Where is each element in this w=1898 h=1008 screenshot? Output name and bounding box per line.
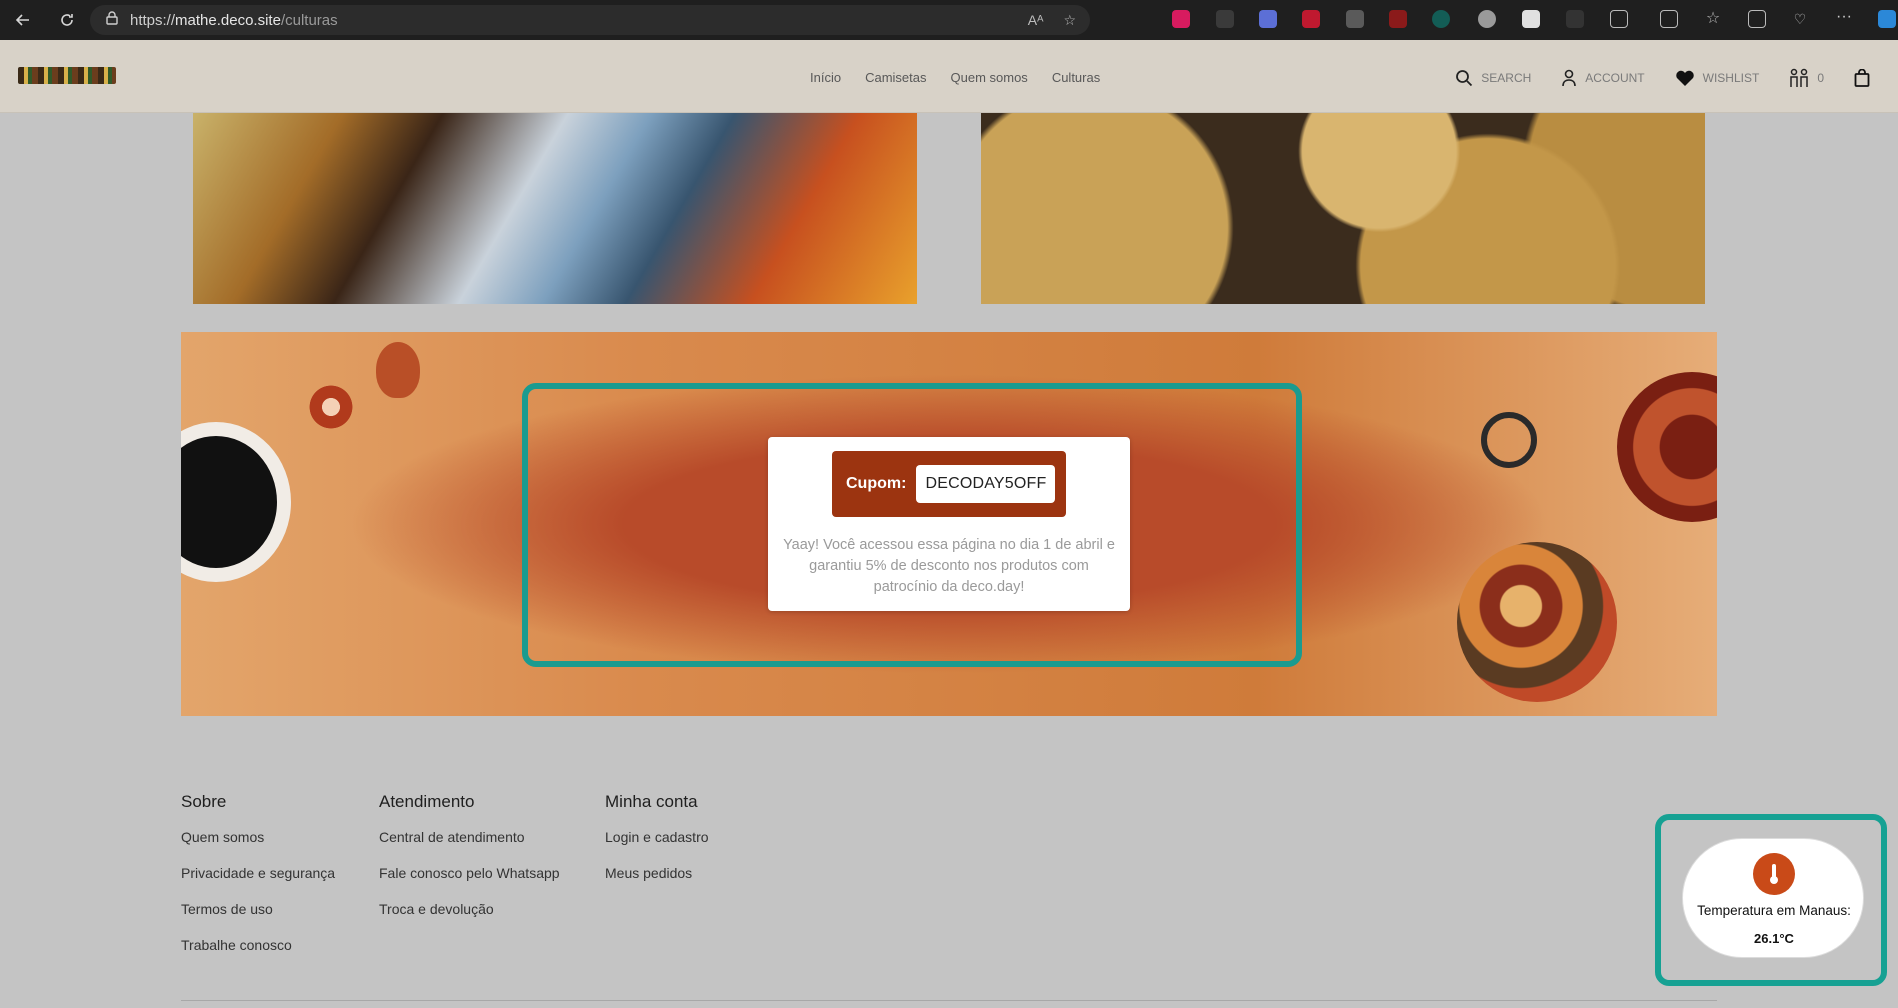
search-icon bbox=[1456, 70, 1473, 87]
people-compare-icon bbox=[1790, 68, 1809, 87]
plate-decoration bbox=[1617, 372, 1717, 522]
extension-icon[interactable] bbox=[1566, 10, 1584, 28]
nav-camisetas[interactable]: Camisetas bbox=[865, 70, 926, 85]
footer-link-central[interactable]: Central de atendimento bbox=[379, 829, 560, 865]
browser-toolbar: https://mathe.deco.site/culturas Aᴬ ☆ ☆ … bbox=[0, 0, 1898, 40]
compare-count: 0 bbox=[1817, 71, 1824, 85]
search-button[interactable]: SEARCH bbox=[1455, 69, 1531, 87]
user-icon bbox=[1562, 69, 1577, 87]
nav-culturas[interactable]: Culturas bbox=[1052, 70, 1100, 85]
url-host: mathe.deco.site bbox=[175, 11, 281, 29]
back-icon[interactable] bbox=[8, 5, 38, 35]
read-aloud-icon[interactable]: Aᴬ bbox=[1028, 12, 1044, 28]
balloon-decoration bbox=[376, 342, 420, 398]
footer-heading: Sobre bbox=[181, 792, 227, 811]
flower-decoration bbox=[306, 382, 356, 432]
more-menu-icon[interactable]: ··· bbox=[1835, 9, 1853, 28]
wishlist-label: WISHLIST bbox=[1702, 71, 1760, 85]
site-logo[interactable] bbox=[18, 67, 116, 84]
url-scheme: https:// bbox=[130, 11, 176, 29]
header-actions: SEARCH ACCOUNT WISHLIST 0 bbox=[1455, 64, 1898, 92]
weather-widget: Temperatura em Manaus: 26.1°C bbox=[1682, 838, 1864, 958]
favorites-icon[interactable]: ☆ bbox=[1704, 10, 1722, 28]
culture-image-gourds[interactable] bbox=[981, 113, 1705, 304]
lock-icon bbox=[106, 11, 118, 29]
url-path: /culturas bbox=[280, 11, 338, 29]
search-label: SEARCH bbox=[1481, 71, 1532, 85]
footer-heading: Atendimento bbox=[379, 792, 475, 811]
reload-icon[interactable] bbox=[52, 5, 82, 35]
footer-link-termos[interactable]: Termos de uso bbox=[181, 901, 335, 937]
footer-link-privacidade[interactable]: Privacidade e segurança bbox=[181, 865, 335, 901]
extension-icon[interactable] bbox=[1216, 10, 1234, 28]
account-button[interactable]: ACCOUNT bbox=[1561, 69, 1645, 87]
heart-icon bbox=[1675, 70, 1694, 86]
footer-link-login[interactable]: Login e cadastro bbox=[605, 829, 709, 865]
footer-link-troca[interactable]: Troca e devolução bbox=[379, 901, 560, 937]
extensions-puzzle-icon[interactable] bbox=[1610, 10, 1628, 28]
coupon-message: Yaay! Você acessou essa página no dia 1 … bbox=[783, 537, 1115, 595]
nav-quem-somos[interactable]: Quem somos bbox=[951, 70, 1028, 85]
coupon-card: Cupom: DECODAY5OFF Yaay! Você acessou es… bbox=[768, 437, 1130, 611]
site-header: Início Camisetas Quem somos Culturas SEA… bbox=[0, 40, 1898, 113]
extension-icon[interactable] bbox=[1172, 10, 1190, 28]
heartbeat-icon[interactable]: ♡ bbox=[1791, 10, 1809, 28]
culture-image-fabric[interactable] bbox=[193, 113, 917, 304]
coffee-mug-decoration bbox=[181, 422, 291, 582]
weather-label: Temperatura em Manaus: bbox=[1697, 903, 1851, 918]
split-screen-icon[interactable] bbox=[1660, 10, 1678, 28]
scissors-decoration bbox=[1481, 412, 1537, 468]
address-bar[interactable]: https://mathe.deco.site/culturas Aᴬ ☆ bbox=[90, 5, 1090, 35]
extension-icon[interactable] bbox=[1522, 10, 1540, 28]
footer-link-pedidos[interactable]: Meus pedidos bbox=[605, 865, 709, 901]
painted-sphere-decoration bbox=[1457, 542, 1617, 702]
favorite-star-icon[interactable]: ☆ bbox=[1063, 12, 1076, 29]
extension-icon[interactable] bbox=[1259, 10, 1277, 28]
shopping-bag-icon bbox=[1854, 69, 1870, 87]
coupon-box: Cupom: DECODAY5OFF bbox=[832, 451, 1066, 517]
footer-column-minha-conta: Minha conta Login e cadastro Meus pedido… bbox=[605, 792, 709, 901]
footer-heading: Minha conta bbox=[605, 792, 698, 811]
extension-icon[interactable] bbox=[1432, 10, 1450, 28]
coupon-label: Cupom: bbox=[846, 475, 907, 492]
nav-inicio[interactable]: Início bbox=[810, 70, 841, 85]
wishlist-button[interactable]: WISHLIST bbox=[1675, 69, 1760, 87]
footer-divider bbox=[181, 1000, 1717, 1001]
compare-button[interactable]: 0 bbox=[1789, 68, 1824, 88]
collections-icon[interactable] bbox=[1748, 10, 1766, 28]
copilot-icon[interactable] bbox=[1878, 10, 1896, 28]
coupon-code[interactable]: DECODAY5OFF bbox=[916, 465, 1056, 503]
extension-icon[interactable] bbox=[1346, 10, 1364, 28]
temperature-value: 26.1°C bbox=[1754, 931, 1794, 946]
thermometer-icon bbox=[1753, 853, 1795, 895]
account-label: ACCOUNT bbox=[1585, 71, 1645, 85]
footer-column-sobre: Sobre Quem somos Privacidade e segurança… bbox=[181, 792, 335, 973]
footer-link-whatsapp[interactable]: Fale conosco pelo Whatsapp bbox=[379, 865, 560, 901]
footer-link-quem-somos[interactable]: Quem somos bbox=[181, 829, 335, 865]
extension-icon[interactable] bbox=[1302, 10, 1320, 28]
extension-icon[interactable] bbox=[1478, 10, 1496, 28]
main-nav: Início Camisetas Quem somos Culturas bbox=[810, 70, 1100, 85]
footer-column-atendimento: Atendimento Central de atendimento Fale … bbox=[379, 792, 560, 937]
footer-link-trabalhe-conosco[interactable]: Trabalhe conosco bbox=[181, 937, 335, 973]
extension-icon[interactable] bbox=[1389, 10, 1407, 28]
cart-button[interactable] bbox=[1854, 69, 1870, 87]
